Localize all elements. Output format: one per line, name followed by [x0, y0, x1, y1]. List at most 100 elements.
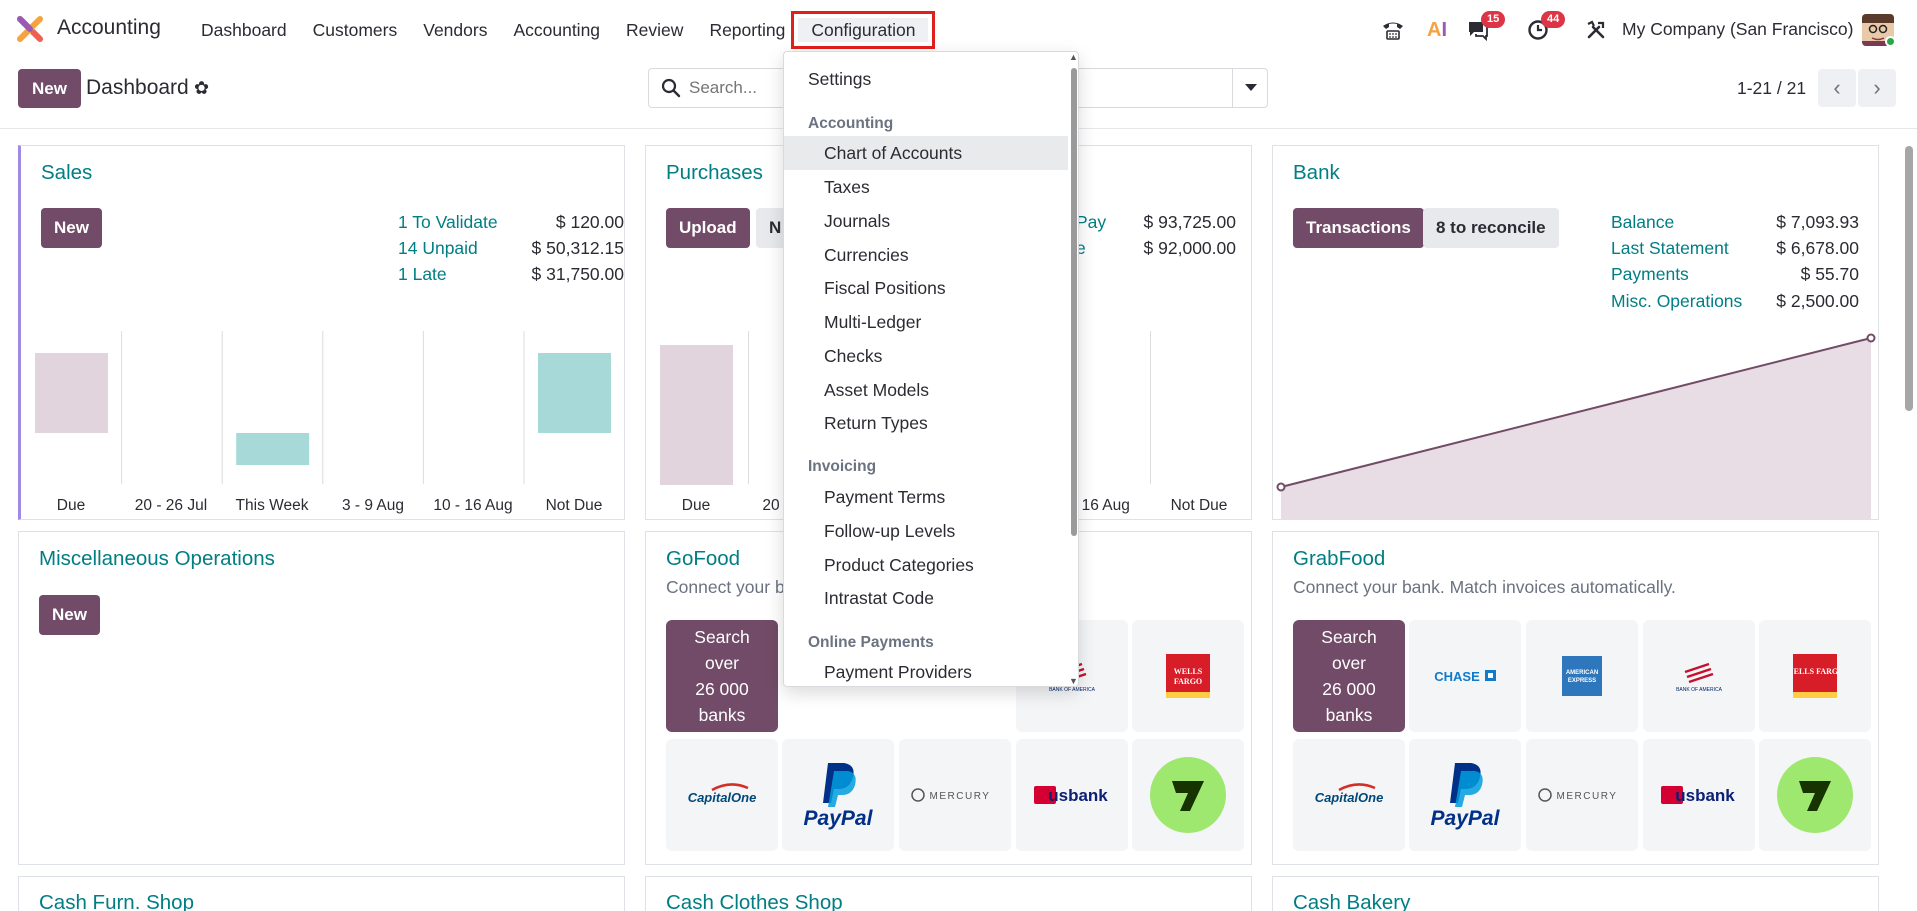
bank-search-tile[interactable]: Search over 26 000 banks [1293, 620, 1405, 732]
dropdown-item-journals[interactable]: Journals [784, 204, 1068, 238]
sales-x-label: Due [56, 497, 86, 514]
activity-badge: 44 [1541, 11, 1566, 28]
dropdown-item-asset-models[interactable]: Asset Models [784, 373, 1068, 407]
bank-search-line: over [1331, 653, 1367, 673]
dropdown-scrollbar[interactable] [1071, 68, 1077, 536]
menu-vendors[interactable]: Vendors [410, 18, 500, 42]
bank-balance-line-chart [1276, 333, 1876, 519]
pager-value[interactable]: 1-21 / 21 [1737, 78, 1806, 99]
menu-customers[interactable]: Customers [300, 18, 411, 42]
bank-logo-amex[interactable]: AMERICAN EXPRESS [1526, 620, 1638, 732]
menu-dashboard[interactable]: Dashboard [188, 18, 300, 42]
sales-bar[interactable] [538, 353, 611, 433]
bank-card: Bank Transactions 8 to reconcile Balance… [1272, 145, 1879, 520]
cash-bakery-title[interactable]: Cash Bakery [1293, 891, 1410, 911]
scroll-down-arrow-icon[interactable]: ▼ [1069, 676, 1078, 686]
search-options-toggle[interactable] [1232, 68, 1268, 108]
phone-icon[interactable] [1380, 17, 1406, 43]
tools-icon[interactable] [1583, 17, 1609, 43]
gear-icon[interactable]: ✿ [194, 78, 209, 99]
purchases-stat-row[interactable]: e $ 92,000.00 [1076, 238, 1236, 259]
dropdown-item-payment-providers[interactable]: Payment Providers [784, 655, 1068, 686]
bank-stat-row[interactable]: Balance $ 7,093.93 [1611, 212, 1859, 233]
chevron-right-icon: › [1873, 75, 1881, 100]
cash-clothes-shop-card: Cash Clothes Shop [645, 876, 1252, 911]
bank-logo-wells-fargo[interactable]: WELLS FARGO [1132, 620, 1244, 732]
chat-icon[interactable]: 15 [1465, 11, 1506, 43]
sales-stat-row[interactable]: 1 To Validate $ 120.00 [398, 212, 624, 233]
sales-new-button[interactable]: New [41, 208, 102, 248]
scroll-up-arrow-icon[interactable]: ▲ [1069, 52, 1078, 62]
sales-stat-row[interactable]: 14 Unpaid $ 50,312.15 [398, 238, 624, 259]
dropdown-item-product-categories[interactable]: Product Categories [784, 548, 1068, 582]
bank-stat-row[interactable]: Misc. Operations $ 2,500.00 [1611, 291, 1859, 312]
search-input[interactable] [689, 69, 789, 107]
bank-title[interactable]: Bank [1293, 161, 1340, 185]
bank-logo-wells-fargo[interactable]: WELLS FARGO [1759, 620, 1871, 732]
purchases-upload-button[interactable]: Upload [666, 208, 750, 248]
sales-stat-row[interactable]: 1 Late $ 31,750.00 [398, 264, 624, 285]
purchases-title[interactable]: Purchases [666, 161, 763, 185]
dropdown-item-settings[interactable]: Settings [784, 62, 1068, 96]
menu-review[interactable]: Review [613, 18, 696, 42]
pager-next-button[interactable]: › [1858, 69, 1896, 107]
menu-configuration[interactable]: Configuration [791, 11, 936, 49]
grabfood-title[interactable]: GrabFood [1293, 547, 1385, 571]
app-logo-icon[interactable] [17, 16, 43, 42]
dropdown-item-currencies[interactable]: Currencies [784, 238, 1068, 272]
dropdown-item-intrastat-code[interactable]: Intrastat Code [784, 581, 1068, 615]
bank-logo-paypal[interactable]: PayPal [782, 739, 894, 851]
bank-logo-bofa[interactable]: BANK OF AMERICA [1643, 620, 1755, 732]
bank-logo-us-bank[interactable]: usbank [1643, 739, 1755, 851]
bank-logo-wise[interactable]: Wise [1759, 739, 1871, 851]
cash-clothes-shop-title[interactable]: Cash Clothes Shop [666, 891, 843, 911]
bank-transactions-button[interactable]: Transactions [1293, 208, 1424, 248]
bank-logo-chase[interactable]: CHASE [1409, 620, 1521, 732]
sales-bar[interactable] [35, 353, 108, 433]
app-name[interactable]: Accounting [57, 16, 161, 40]
misc-title[interactable]: Miscellaneous Operations [39, 547, 275, 571]
gofood-title[interactable]: GoFood [666, 547, 740, 571]
bank-stat-row[interactable]: Payments $ 55.70 [1611, 264, 1859, 285]
cash-furn-shop-title[interactable]: Cash Furn. Shop [39, 891, 194, 911]
activity-clock-icon[interactable]: 44 [1525, 11, 1566, 43]
menu-accounting[interactable]: Accounting [500, 18, 613, 42]
chat-badge: 15 [1481, 11, 1506, 28]
misc-new-button[interactable]: New [39, 595, 100, 635]
cash-bakery-card: Cash Bakery [1272, 876, 1879, 911]
main-menu: Dashboard Customers Vendors Accounting R… [188, 11, 936, 49]
menu-reporting[interactable]: Reporting [696, 18, 798, 42]
company-switcher[interactable]: My Company (San Francisco) [1622, 19, 1853, 40]
dropdown-item-fiscal-positions[interactable]: Fiscal Positions [784, 271, 1068, 305]
sales-x-label: 3 - 9 Aug [341, 497, 405, 514]
bank-search-tile[interactable]: Search over 26 000 banks [666, 620, 778, 732]
ai-icon[interactable]: AI [1424, 17, 1450, 43]
bank-stat-row[interactable]: Last Statement $ 6,678.00 [1611, 238, 1859, 259]
page-scrollbar[interactable] [1905, 146, 1913, 411]
bank-logo-mercury[interactable]: MERCURY [1526, 739, 1638, 851]
dropdown-item-checks[interactable]: Checks [784, 339, 1068, 373]
bank-logo-capital-one[interactable]: CapitalOne [1293, 739, 1405, 851]
dropdown-item-return-types[interactable]: Return Types [784, 406, 1068, 440]
caret-down-icon [1244, 84, 1257, 91]
sales-title[interactable]: Sales [41, 161, 92, 185]
dropdown-item-payment-terms[interactable]: Payment Terms [784, 480, 1068, 514]
grabfood-subtitle: Connect your bank. Match invoices automa… [1293, 577, 1676, 597]
bank-logo-paypal[interactable]: PayPal [1409, 739, 1521, 851]
bank-search-line: banks [698, 705, 746, 725]
bank-search-line: 26 000 [695, 679, 749, 699]
dropdown-item-taxes[interactable]: Taxes [784, 170, 1068, 204]
dropdown-item-multi-ledger[interactable]: Multi-Ledger [784, 305, 1068, 339]
purchases-stat-row[interactable]: Pay $ 93,725.00 [1076, 212, 1236, 233]
dropdown-item-follow-up-levels[interactable]: Follow-up Levels [784, 514, 1068, 548]
sales-bar[interactable] [236, 433, 310, 465]
pager-previous-button[interactable]: ‹ [1818, 69, 1856, 107]
dropdown-item-chart-of-accounts[interactable]: Chart of Accounts [784, 136, 1068, 170]
bank-logo-mercury[interactable]: MERCURY [899, 739, 1011, 851]
bank-reconcile-button[interactable]: 8 to reconcile [1423, 208, 1559, 248]
bank-logo-us-bank[interactable]: usbank [1016, 739, 1128, 851]
new-button[interactable]: New [18, 69, 81, 108]
bank-logo-wise[interactable] [1132, 739, 1244, 851]
svg-text:usbank: usbank [1675, 786, 1735, 805]
bank-logo-capital-one[interactable]: CapitalOne [666, 739, 778, 851]
